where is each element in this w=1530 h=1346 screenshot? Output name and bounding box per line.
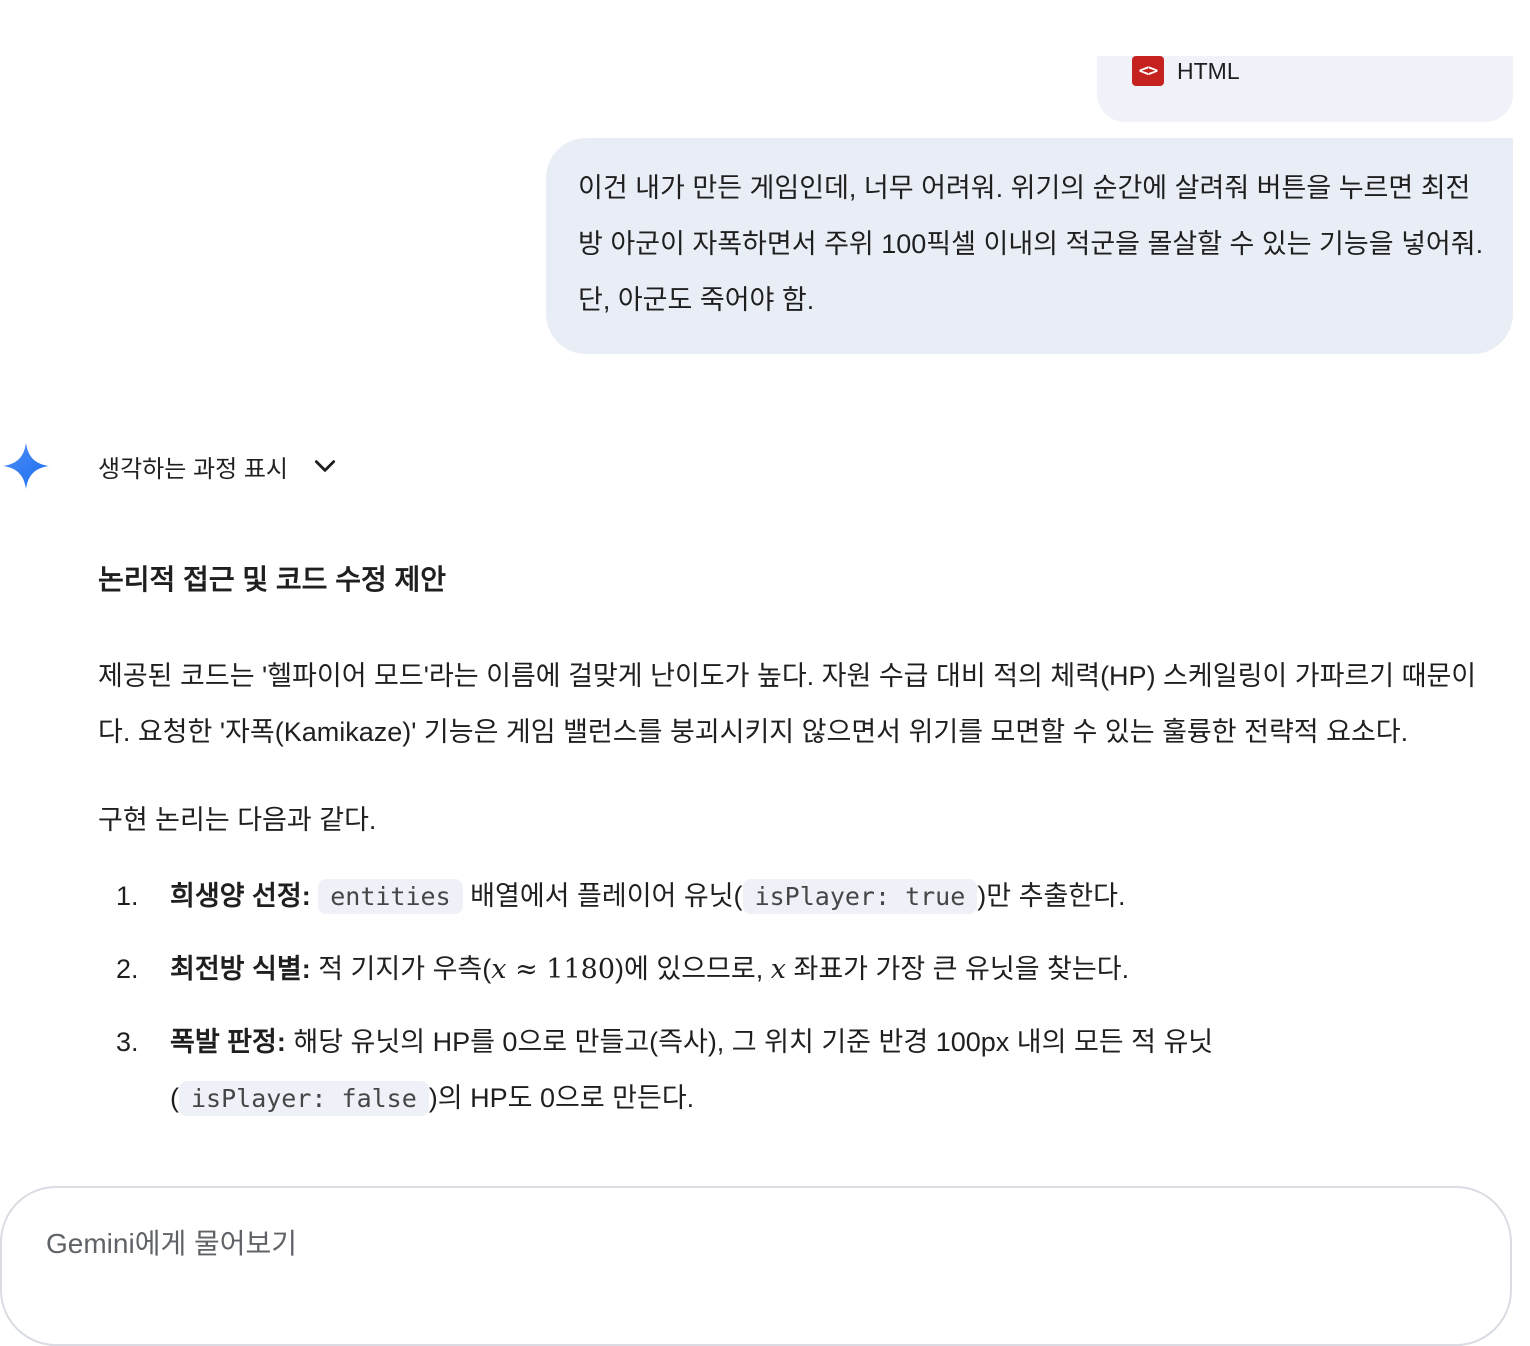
step-title: 희생양 선정: [170, 881, 311, 911]
show-thinking-toggle[interactable]: 생각하는 과정 표시 [98, 444, 338, 488]
list-item-number: 3. [116, 1027, 139, 1057]
step-text: 좌표가 가장 큰 유닛을 찾는다. [793, 954, 1130, 984]
list-item: 1. 희생양 선정: entities 배열에서 플레이어 유닛(isPlaye… [98, 868, 1508, 925]
show-thinking-label: 생각하는 과정 표시 [98, 455, 288, 483]
list-item: 3. 폭발 판정: 해당 유닛의 HP를 0으로 만들고(즉사), 그 위치 기… [98, 1014, 1508, 1127]
list-item: 2. 최전방 식별: 적 기지가 우측(x ≈ 1180)에 있으므로, x 좌… [98, 941, 1508, 998]
response-heading: 논리적 접근 및 코드 수정 제안 [98, 564, 447, 595]
step-text: ( [170, 1083, 179, 1113]
step-text: 배열에서 플레이어 유닛( [470, 881, 743, 911]
code-icon: <> [1132, 56, 1164, 86]
list-item-number: 1. [116, 881, 139, 911]
attachment-chip[interactable]: <> HTML [1097, 56, 1513, 122]
chevron-down-icon [314, 460, 336, 472]
math-expression: x ≈ 1180 [491, 954, 616, 985]
response-paragraph: 제공된 코드는 '헬파이어 모드'라는 이름에 걸맞게 난이도가 높다. 자원 … [98, 661, 1477, 747]
inline-code: isPlayer: false [179, 1081, 429, 1116]
inline-code: isPlayer: true [742, 879, 978, 914]
user-message-bubble: 이건 내가 만든 게임인데, 너무 어려워. 위기의 순간에 살려줘 버튼을 누… [546, 138, 1513, 354]
step-title: 최전방 식별: [170, 954, 311, 984]
step-text: )에 있으므로, [615, 954, 764, 984]
step-text: )의 HP도 0으로 만든다. [428, 1083, 695, 1113]
step-text: )만 추출한다. [977, 881, 1126, 911]
step-text: 적 기지가 우측( [318, 954, 492, 984]
implementation-steps-list: 1. 희생양 선정: entities 배열에서 플레이어 유닛(isPlaye… [98, 868, 1508, 1127]
step-text: 해당 유닛의 HP를 0으로 만들고(즉사), 그 위치 기준 반경 100px… [293, 1027, 1214, 1057]
prompt-input[interactable] [46, 1228, 1426, 1260]
gemini-sparkle-icon [3, 443, 49, 489]
response-paragraph: 구현 논리는 다음과 같다. [98, 805, 377, 835]
math-variable: x [770, 954, 786, 985]
attachment-type-label: HTML [1177, 58, 1240, 84]
step-title: 폭발 판정: [170, 1027, 286, 1057]
prompt-input-container[interactable] [0, 1186, 1512, 1346]
list-item-number: 2. [116, 954, 139, 984]
response-content: 논리적 접근 및 코드 수정 제안 제공된 코드는 '헬파이어 모드'라는 이름… [98, 556, 1508, 1143]
inline-code: entities [318, 879, 463, 914]
user-message-text: 이건 내가 만든 게임인데, 너무 어려워. 위기의 순간에 살려줘 버튼을 누… [578, 173, 1484, 315]
